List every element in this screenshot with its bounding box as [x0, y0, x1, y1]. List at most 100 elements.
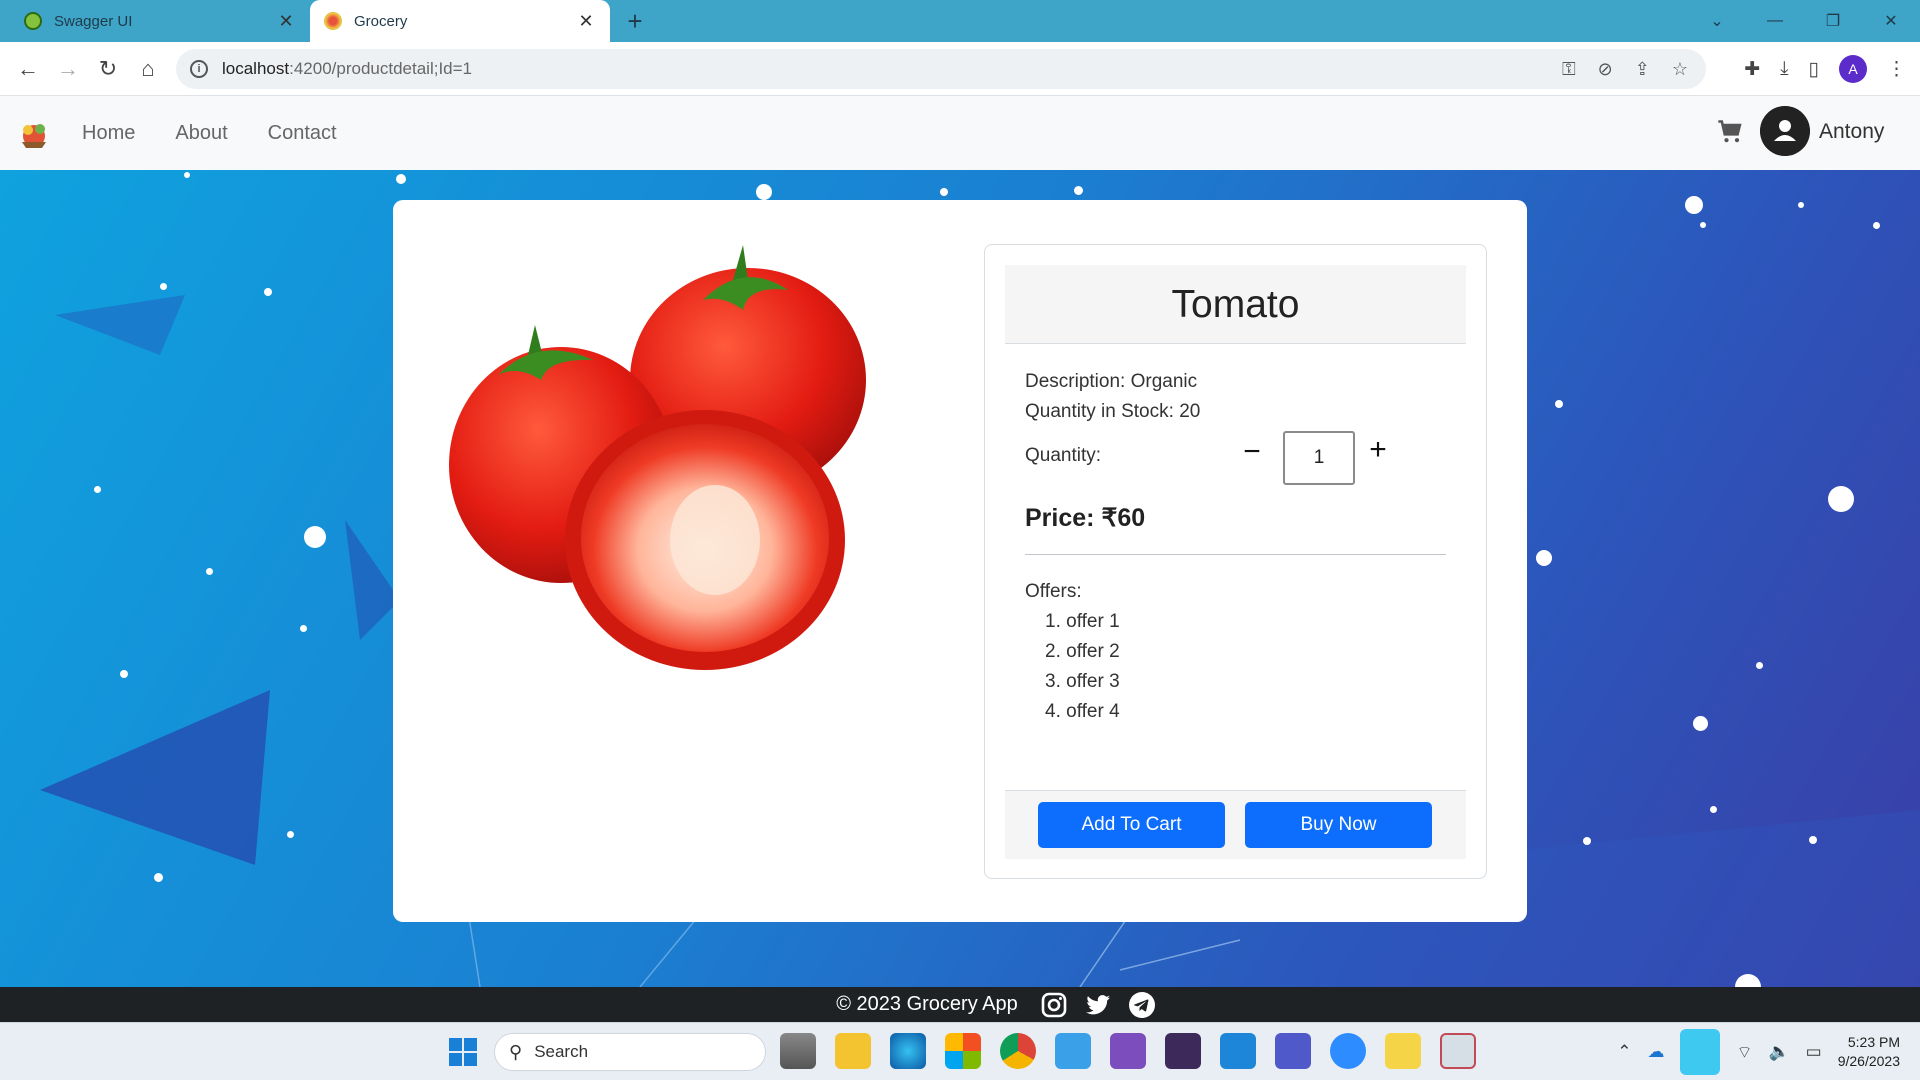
product-title: Tomato	[1171, 283, 1300, 326]
nav-about[interactable]: About	[155, 122, 247, 145]
back-icon[interactable]: ←	[8, 56, 48, 82]
copyright-text: © 2023 Grocery App	[836, 993, 1018, 1015]
reload-icon[interactable]: ↻	[88, 56, 128, 82]
address-bar[interactable]: i localhost:4200/productdetail;Id=1 ⚿ ⊘ …	[176, 49, 1706, 89]
volume-icon[interactable]: 🔈	[1768, 1042, 1789, 1062]
star-dot	[940, 188, 948, 196]
chevron-up-icon[interactable]: ⌃	[1617, 1042, 1631, 1062]
file-explorer-icon[interactable]	[835, 1033, 871, 1069]
cart-icon[interactable]	[1716, 118, 1744, 146]
chrome-icon[interactable]	[1000, 1033, 1036, 1069]
microphone-icon[interactable]	[1680, 1029, 1721, 1075]
minimize-icon[interactable]: —	[1746, 12, 1804, 30]
telegram-icon[interactable]	[1128, 991, 1156, 1019]
star-dot	[304, 526, 326, 548]
user-name[interactable]: Antony	[1819, 120, 1884, 144]
description-line: Description: Organic	[1025, 371, 1198, 392]
onedrive-icon[interactable]: ☁	[1647, 1042, 1664, 1062]
star-dot	[206, 568, 213, 575]
taskbar-apps	[780, 1033, 1476, 1069]
star-dot	[1828, 486, 1854, 512]
wifi-icon[interactable]: ⌔	[1736, 1042, 1752, 1063]
restore-icon[interactable]: ❐	[1804, 11, 1862, 31]
add-to-cart-button[interactable]: Add To Cart	[1038, 802, 1225, 848]
store-icon[interactable]	[945, 1033, 981, 1069]
star-dot	[1798, 202, 1804, 208]
more-icon[interactable]: ⋮	[1887, 58, 1906, 81]
nav-contact[interactable]: Contact	[248, 122, 357, 145]
chevron-down-icon[interactable]: ⌄	[1688, 11, 1746, 31]
teams-icon[interactable]	[1275, 1033, 1311, 1069]
windows-start-icon[interactable]	[448, 1037, 478, 1067]
clock-time: 5:23 PM	[1847, 1034, 1900, 1050]
stock-line: Quantity in Stock: 20	[1025, 401, 1201, 422]
home-icon[interactable]: ⌂	[128, 56, 168, 82]
star-dot	[264, 288, 272, 296]
info-icon[interactable]: i	[190, 60, 208, 78]
twitter-icon[interactable]	[1084, 991, 1112, 1019]
eye-off-icon[interactable]: ⊘	[1598, 59, 1613, 80]
snipping-tool-icon[interactable]	[1440, 1033, 1476, 1069]
battery-icon[interactable]: ▭	[1806, 1042, 1822, 1062]
visual-studio-icon[interactable]	[1110, 1033, 1146, 1069]
sticky-notes-icon[interactable]	[1385, 1033, 1421, 1069]
increment-button[interactable]: +	[1363, 433, 1393, 467]
grocery-favicon-icon	[324, 12, 342, 30]
decrement-button[interactable]: −	[1237, 435, 1267, 469]
search-icon: ⚲	[509, 1041, 523, 1062]
brand-logo-icon[interactable]	[16, 116, 52, 152]
star-dot	[1700, 222, 1706, 228]
zoom-icon[interactable]	[1330, 1033, 1366, 1069]
star-dot	[1710, 806, 1717, 813]
forward-icon[interactable]: →	[48, 56, 88, 82]
offers-section: Offers: 1. offer 1 2. offer 2 3. offer 3…	[1025, 577, 1120, 727]
sidebar-icon[interactable]: ▯	[1809, 58, 1819, 81]
system-clock[interactable]: 5:23 PM 9/26/2023	[1838, 1033, 1900, 1071]
vscode-icon[interactable]	[1220, 1033, 1256, 1069]
quantity-row: Quantity: − 1 +	[1025, 431, 1445, 485]
tab-grocery[interactable]: Grocery ✕	[310, 0, 610, 42]
url-text: localhost:4200/productdetail;Id=1	[222, 59, 473, 78]
new-tab-icon[interactable]: +	[620, 6, 650, 36]
user-avatar[interactable]	[1760, 106, 1810, 156]
address-bar-actions: ⚿ ⊘ ⇪ ☆	[1562, 49, 1688, 89]
detail-footer: Add To Cart Buy Now	[1005, 790, 1466, 859]
terminal-icon[interactable]	[1165, 1033, 1201, 1069]
profile-avatar[interactable]: A	[1839, 55, 1867, 83]
close-window-icon[interactable]: ✕	[1862, 11, 1920, 31]
key-icon[interactable]: ⚿	[1562, 59, 1576, 80]
star-dot	[1536, 550, 1552, 566]
description-value: Organic	[1130, 371, 1198, 392]
clock-date: 9/26/2023	[1837, 1053, 1900, 1069]
swagger-icon	[24, 12, 42, 30]
star-dot	[1555, 400, 1563, 408]
quantity-input[interactable]: 1	[1283, 431, 1355, 485]
list-item: 2. offer 2	[1045, 641, 1120, 662]
notepad-icon[interactable]	[1055, 1033, 1091, 1069]
star-dot	[1809, 836, 1817, 844]
instagram-icon[interactable]	[1040, 991, 1068, 1019]
download-icon[interactable]: ⤓	[1780, 58, 1788, 80]
puzzle-icon[interactable]: ✚	[1744, 58, 1760, 81]
offers-list: 1. offer 1 2. offer 2 3. offer 3 4. offe…	[1025, 607, 1120, 727]
star-dot	[120, 670, 128, 678]
star-dot	[94, 486, 101, 493]
star-dot	[184, 172, 190, 178]
star-icon[interactable]: ☆	[1672, 59, 1688, 80]
star-dot	[1693, 716, 1708, 731]
edge-icon[interactable]	[890, 1033, 926, 1069]
close-icon[interactable]: ✕	[276, 11, 296, 32]
taskbar-search[interactable]: ⚲ Search	[494, 1033, 766, 1071]
close-icon[interactable]: ✕	[576, 11, 596, 32]
nav-home[interactable]: Home	[62, 122, 155, 145]
task-view-icon[interactable]	[780, 1033, 816, 1069]
share-icon[interactable]: ⇪	[1635, 59, 1650, 80]
tab-swagger[interactable]: Swagger UI ✕	[10, 0, 310, 42]
search-placeholder: Search	[534, 1042, 589, 1061]
tab-title: Grocery	[354, 12, 408, 30]
divider	[1025, 554, 1446, 555]
price: Price: ₹60	[1025, 504, 1146, 532]
list-item: 3. offer 3	[1045, 671, 1120, 692]
star-dot	[287, 831, 294, 838]
buy-now-button[interactable]: Buy Now	[1245, 802, 1432, 848]
